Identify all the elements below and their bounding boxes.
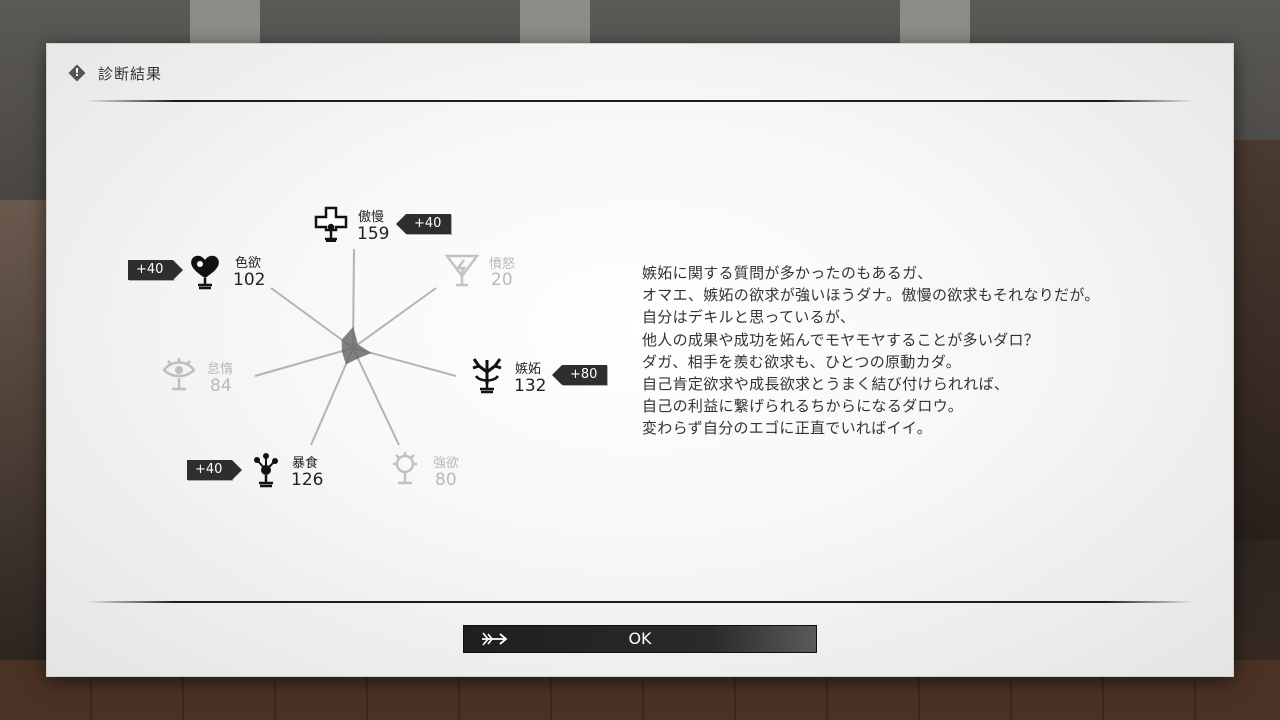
- stat-sloth-name: 怠惰: [207, 362, 234, 377]
- background-window: [520, 0, 590, 46]
- stat-lust-bonus: +40: [128, 260, 184, 280]
- description-line: ダガ、相手を羨む欲求も、ひとつの原動カダ。: [642, 352, 962, 371]
- radar-spoke-lust: [270, 287, 354, 349]
- stat-envy-bonus: +80: [551, 365, 608, 385]
- stat-pride-name: 傲慢: [358, 210, 385, 225]
- radar-value-polygon: [341, 326, 372, 365]
- description-line: オマエ、嫉妬の欲求が強いほうダナ。傲慢の欲求もそれなりだが。: [642, 286, 1100, 305]
- background-character: [0, 200, 46, 660]
- description-line: 他人の成果や成功を妬んでモヤモヤすることが多いダロ？: [642, 330, 1040, 349]
- description-line: 自分はデキルと思っているが、: [642, 308, 856, 327]
- ok-button[interactable]: OK: [463, 625, 817, 653]
- radar-spoke-sloth: [254, 347, 354, 377]
- stat-gluttony-name: 暴食: [292, 456, 319, 471]
- ok-button-label: OK: [628, 629, 652, 648]
- radar-spoke-greed: [352, 347, 400, 446]
- stat-gluttony-value: 126: [291, 470, 324, 490]
- splash-chalice-icon: [254, 453, 278, 488]
- stat-wrath-value: 20: [491, 270, 513, 290]
- gear-chalice-icon: [393, 452, 417, 485]
- background-furniture: [1234, 140, 1280, 540]
- stat-lust-name: 色欲: [235, 256, 262, 271]
- stat-lust-value: 102: [233, 270, 266, 290]
- stat-greed-name: 強欲: [433, 456, 460, 471]
- branch-chalice-icon: [472, 358, 502, 394]
- diagnosis-description: 嫉妬に関する質問が多かったのもあるガ、 オマエ、嫉妬の欲求が強いほうダナ。傲慢の…: [642, 262, 1202, 440]
- diagnosis-dialog: ! 診断結果 傲慢 159 +40 憤怒 20 嫉妬 132 +80 強欲 80…: [46, 43, 1234, 677]
- eye-chalice-icon: [162, 358, 196, 391]
- description-line: 変わらず自分のエゴに正直でいればイイ。: [642, 419, 933, 438]
- stat-envy-value: 132: [514, 376, 547, 396]
- cross-chalice-icon: [314, 206, 348, 242]
- stat-pride-bonus: +40: [395, 214, 452, 234]
- description-line: 自己肯定欲求や成長欲求とうまく結び付けられれば、: [642, 375, 1010, 394]
- stat-envy-name: 嫉妬: [515, 362, 542, 377]
- description-line: 嫉妬に関する質問が多かったのもあるガ、: [642, 264, 933, 282]
- stat-gluttony-bonus: +40: [187, 460, 243, 480]
- description-line: 自己の利益に繋げられるちからになるダロウ。: [642, 397, 964, 416]
- stat-greed-value: 80: [435, 470, 457, 490]
- stat-pride-value: 159: [357, 224, 390, 244]
- background-window: [900, 0, 970, 46]
- stat-sloth-value: 84: [210, 376, 232, 396]
- footer-divider: [86, 601, 1194, 603]
- radar-spoke-wrath: [352, 287, 437, 349]
- lightning-chalice-icon: [444, 254, 480, 287]
- background-window: [190, 0, 260, 46]
- heart-chalice-icon: [191, 255, 219, 290]
